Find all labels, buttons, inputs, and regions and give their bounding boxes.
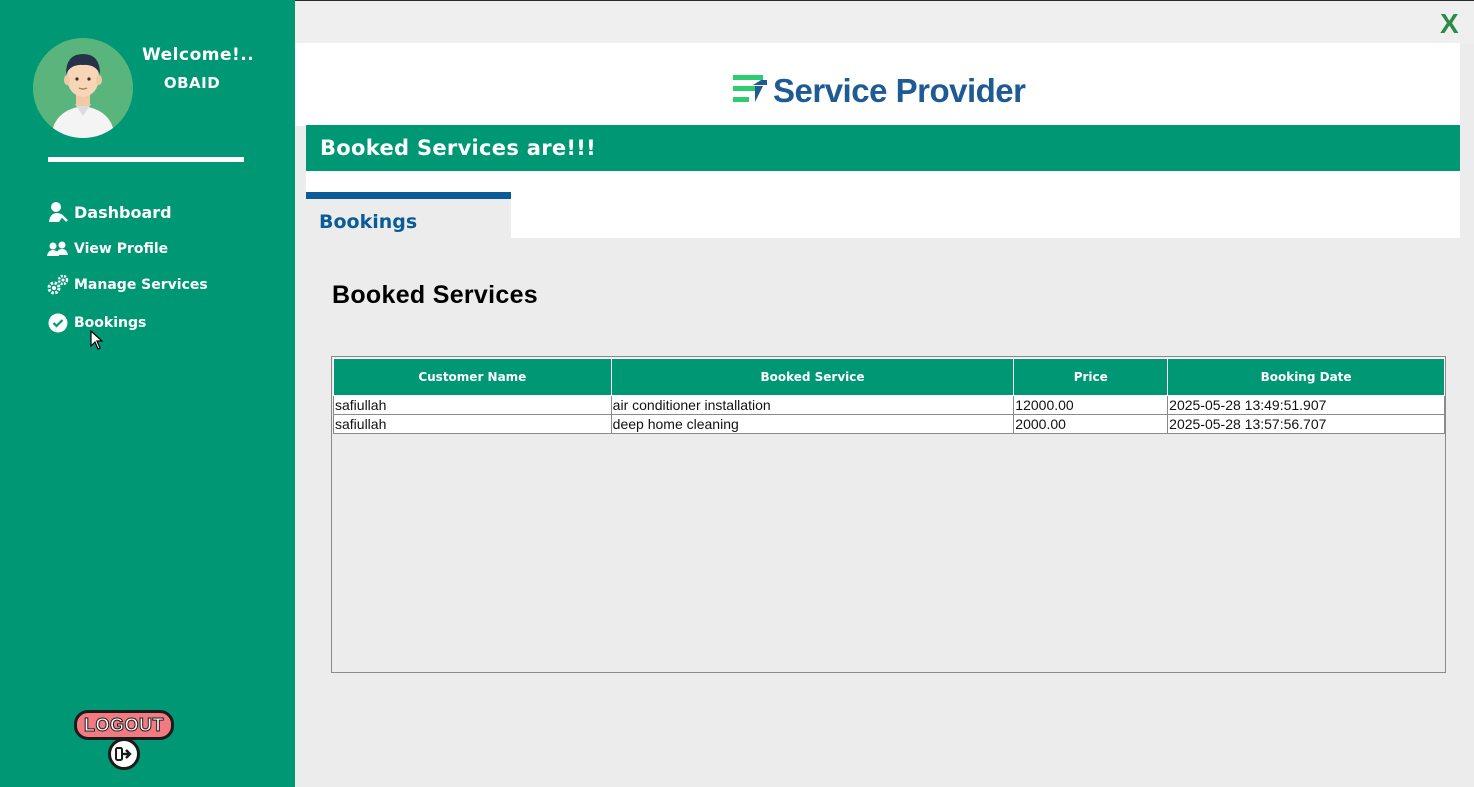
- table-cell[interactable]: deep home cleaning: [610, 414, 1015, 434]
- page-title: Booked Services: [332, 281, 538, 309]
- column-header[interactable]: Booking Date: [1167, 358, 1445, 396]
- table-cell[interactable]: safiullah: [333, 395, 612, 415]
- sidebar-item-view-profile[interactable]: View Profile: [47, 238, 168, 260]
- table-row[interactable]: safiullah air conditioner installation 1…: [333, 395, 1445, 415]
- gears-icon: [47, 274, 69, 296]
- table-header-row: Customer Name Booked Service Price Booki…: [333, 358, 1445, 396]
- bookings-table: Customer Name Booked Service Price Booki…: [333, 358, 1445, 434]
- brand-name: Service Provider: [773, 72, 1026, 109]
- table-cell[interactable]: safiullah: [333, 414, 612, 434]
- logout-icon: [108, 738, 140, 770]
- sidebar-item-label: Dashboard: [74, 202, 172, 222]
- tab-label: Bookings: [319, 211, 418, 233]
- table-cell[interactable]: 2025-05-28 13:49:51.907: [1167, 395, 1445, 415]
- sidebar-item-label: Manage Services: [74, 277, 208, 293]
- tab-bookings[interactable]: Bookings: [306, 192, 511, 238]
- sidebar-item-manage-services[interactable]: Manage Services: [47, 274, 208, 296]
- bookings-table-container[interactable]: Customer Name Booked Service Price Booki…: [331, 356, 1446, 673]
- welcome-text: Welcome!..: [142, 45, 255, 65]
- column-header[interactable]: Booked Service: [610, 358, 1015, 396]
- column-header[interactable]: Price: [1013, 358, 1169, 396]
- user-icon: [47, 201, 69, 223]
- close-button[interactable]: X: [1440, 8, 1459, 40]
- table-row[interactable]: safiullah deep home cleaning 2000.00 202…: [333, 414, 1445, 434]
- sidebar-item-label: Bookings: [74, 315, 147, 331]
- table-cell[interactable]: air conditioner installation: [610, 395, 1015, 415]
- table-cell[interactable]: 12000.00: [1013, 395, 1169, 415]
- column-header[interactable]: Customer Name: [333, 358, 612, 396]
- mouse-cursor-icon: [90, 329, 104, 354]
- brand-mark-icon: [733, 75, 767, 107]
- logout-label: LOGOUT: [74, 710, 174, 740]
- brand-logo: Service Provider: [733, 72, 1026, 110]
- user-avatar: [33, 38, 133, 138]
- page-banner: Booked Services are!!!: [306, 125, 1460, 171]
- sidebar-item-dashboard[interactable]: Dashboard: [47, 201, 172, 223]
- sidebar-divider: [48, 157, 244, 162]
- window-top-strip: [295, 0, 1474, 44]
- table-cell[interactable]: 2000.00: [1013, 414, 1169, 434]
- check-circle-icon: [47, 312, 69, 334]
- sidebar-item-label: View Profile: [74, 241, 169, 257]
- sidebar: Welcome!.. OBAID Dashboard View Profile …: [0, 0, 295, 787]
- logout-button[interactable]: LOGOUT: [74, 708, 174, 770]
- users-icon: [47, 238, 69, 260]
- table-cell[interactable]: 2025-05-28 13:57:56.707: [1167, 414, 1445, 434]
- username-text: OBAID: [163, 74, 221, 92]
